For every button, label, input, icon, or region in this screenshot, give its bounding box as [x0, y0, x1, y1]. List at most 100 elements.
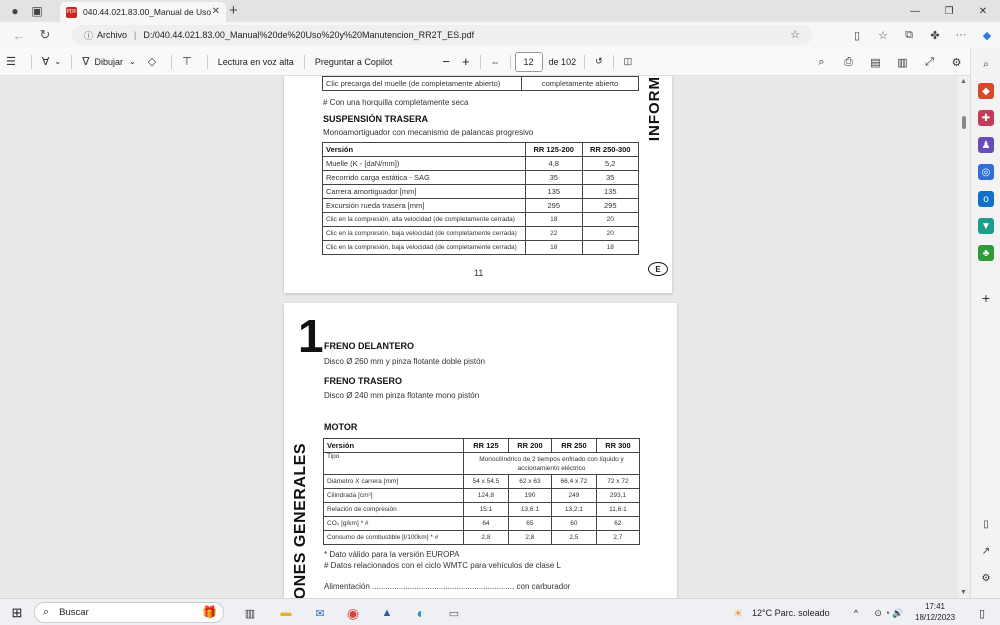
new-tab-icon[interactable]: +: [229, 2, 238, 19]
profile-icon[interactable]: ●: [4, 0, 26, 22]
table-cell: 124,8: [463, 488, 509, 503]
vertical-scrollbar[interactable]: ▲ ▼: [958, 76, 970, 598]
scroll-down-icon[interactable]: ▼: [960, 589, 967, 596]
print-icon[interactable]: ⎙: [835, 56, 862, 69]
tab-title: 040.44.021.83.00_Manual de Uso: [83, 7, 212, 17]
table-cell: 2,8: [463, 530, 509, 545]
settings-gear-icon[interactable]: ⚙: [943, 56, 970, 69]
table-cell: completamente abierto: [521, 76, 639, 91]
clock[interactable]: 17:41 18/12/2023: [915, 601, 955, 623]
table-cell: 18: [525, 240, 583, 255]
open-external-icon[interactable]: ↗: [978, 543, 994, 559]
copilot-button[interactable]: Preguntar a Copilot: [309, 48, 399, 76]
zoom-in-icon[interactable]: +: [456, 48, 476, 76]
table-cell: 2,5: [550, 530, 597, 545]
outlook-icon[interactable]: o: [978, 191, 994, 207]
language-badge: E: [648, 262, 668, 276]
refresh-icon[interactable]: ↻: [32, 22, 58, 48]
search-icon: ⌕: [43, 606, 50, 618]
restore-icon[interactable]: ❐: [932, 0, 966, 22]
info-icon: ⓘ: [84, 30, 94, 41]
app-icon[interactable]: ▲: [377, 603, 397, 623]
table-cell: 295: [581, 198, 639, 213]
window-app-icon[interactable]: ▭: [444, 603, 464, 623]
search-icon[interactable]: ⌕: [808, 56, 835, 69]
copilot-icon[interactable]: ◆: [974, 22, 1000, 48]
fullscreen-icon[interactable]: ⤢: [916, 56, 943, 69]
collections-icon[interactable]: ⧉: [896, 22, 922, 48]
task-view-icon[interactable]: ▥: [240, 603, 260, 623]
windows-start-icon[interactable]: ⊞: [8, 603, 26, 623]
table-cell: 5,2: [581, 156, 639, 171]
minimize-icon[interactable]: —: [898, 0, 932, 22]
read-aloud-button[interactable]: Lectura en voz alta: [212, 48, 300, 76]
workspaces-icon[interactable]: ▣: [26, 0, 48, 22]
favorite-star-icon[interactable]: ☆: [790, 28, 800, 41]
table-cell: Clic precarga del muelle (de completamen…: [322, 76, 522, 91]
chrome-icon[interactable]: ◉: [343, 603, 363, 623]
file-explorer-icon[interactable]: ▬: [276, 603, 296, 623]
rotate-icon[interactable]: ↺: [589, 48, 609, 76]
extensions-icon[interactable]: ✤: [922, 22, 948, 48]
taskbar-search[interactable]: ⌕ Buscar 🎁: [34, 602, 224, 623]
table-cell: 13,2:1: [550, 502, 597, 517]
search-highlight-icon: 🎁: [202, 605, 217, 619]
office-icon[interactable]: ◎: [978, 164, 994, 180]
favorites-icon[interactable]: ☆: [870, 22, 896, 48]
table-row: Clic en la compresión, baja velocidad (d…: [322, 226, 639, 241]
pdf-page: Clic precarga del muelle (de completamen…: [284, 76, 672, 293]
sidebar-settings-icon[interactable]: ⚙: [978, 570, 994, 586]
side-tab-label: ONES GENERALES: [292, 443, 309, 598]
table-cell: 35: [525, 170, 583, 185]
split-screen-icon[interactable]: ▯: [844, 22, 870, 48]
front-suspension-table: Clic precarga del muelle (de completamen…: [322, 76, 639, 91]
shopping-icon[interactable]: ◆: [978, 83, 994, 99]
section-title: FRENO TRASERO: [324, 376, 403, 386]
table-cell: 20: [581, 212, 639, 227]
save-icon[interactable]: ▤: [862, 56, 889, 69]
add-sidebar-icon[interactable]: +: [978, 290, 994, 306]
table-header: RR 300: [595, 438, 641, 453]
highlight-button[interactable]: ∀ ⌄: [36, 48, 67, 76]
table-cell: Monocilíndrico de 2 tiempos enfriado con…: [463, 452, 640, 475]
tree-icon[interactable]: ♣: [978, 245, 994, 261]
page-number-input[interactable]: 12: [514, 51, 543, 72]
tray-icons[interactable]: ⊙ ◔ 🔊: [864, 603, 914, 623]
table-cell: Consumo de combustible [l/100km] * #: [323, 530, 464, 545]
draw-button[interactable]: ∇ Dibujar ⌄: [76, 48, 142, 76]
table-cell: 190: [507, 488, 552, 503]
footnote: # Datos relacionados con el ciclo WMTC p…: [324, 561, 561, 570]
notifications-icon[interactable]: ▯: [972, 603, 992, 623]
save-as-icon[interactable]: ▥: [889, 56, 916, 69]
more-menu-icon[interactable]: ···: [948, 22, 974, 48]
scroll-up-icon[interactable]: ▲: [960, 78, 967, 85]
pdf-viewer[interactable]: Clic precarga del muelle (de completamen…: [0, 76, 958, 598]
search-placeholder: Buscar: [59, 607, 89, 618]
text-button[interactable]: ⊤: [176, 48, 203, 76]
search-sidebar-icon[interactable]: ⌕: [978, 56, 994, 72]
drop-icon[interactable]: ▼: [978, 218, 994, 234]
scroll-thumb[interactable]: [962, 116, 966, 129]
weather-text[interactable]: 12°C Parc. soleado: [752, 603, 842, 623]
footnote: * Dato válido para la versión EUROPA: [324, 550, 460, 559]
tray-chevron-icon[interactable]: ^: [850, 603, 862, 623]
contents-button[interactable]: ☰: [0, 48, 27, 76]
page-view-icon[interactable]: ◫: [618, 48, 639, 76]
zoom-out-icon[interactable]: −: [436, 48, 456, 76]
mail-icon[interactable]: ✉: [310, 603, 330, 623]
games-icon[interactable]: ♟: [978, 137, 994, 153]
url-field[interactable]: ⓘ Archivo | D:/040.44.021.83.00_Manual%2…: [72, 25, 812, 45]
tools-icon[interactable]: ✚: [978, 110, 994, 126]
browser-tab[interactable]: PDF 040.44.021.83.00_Manual de Uso ✕: [60, 2, 226, 22]
close-window-icon[interactable]: ✕: [966, 0, 1000, 22]
footnote: # Con una horquilla completamente seca: [323, 98, 469, 107]
back-icon[interactable]: ←: [6, 22, 32, 48]
section-text: Disco Ø 240 mm pinza flotante mono pistó…: [324, 391, 480, 400]
close-tab-icon[interactable]: ✕: [212, 6, 220, 17]
erase-button[interactable]: ◇: [142, 48, 167, 76]
fit-page-icon[interactable]: ⇔: [485, 48, 506, 76]
panel-icon[interactable]: ▯: [978, 516, 994, 532]
edge-icon[interactable]: ◐: [411, 603, 431, 623]
table-cell: 2,8: [507, 530, 552, 545]
table-cell: 66,4 x 72: [550, 474, 597, 489]
